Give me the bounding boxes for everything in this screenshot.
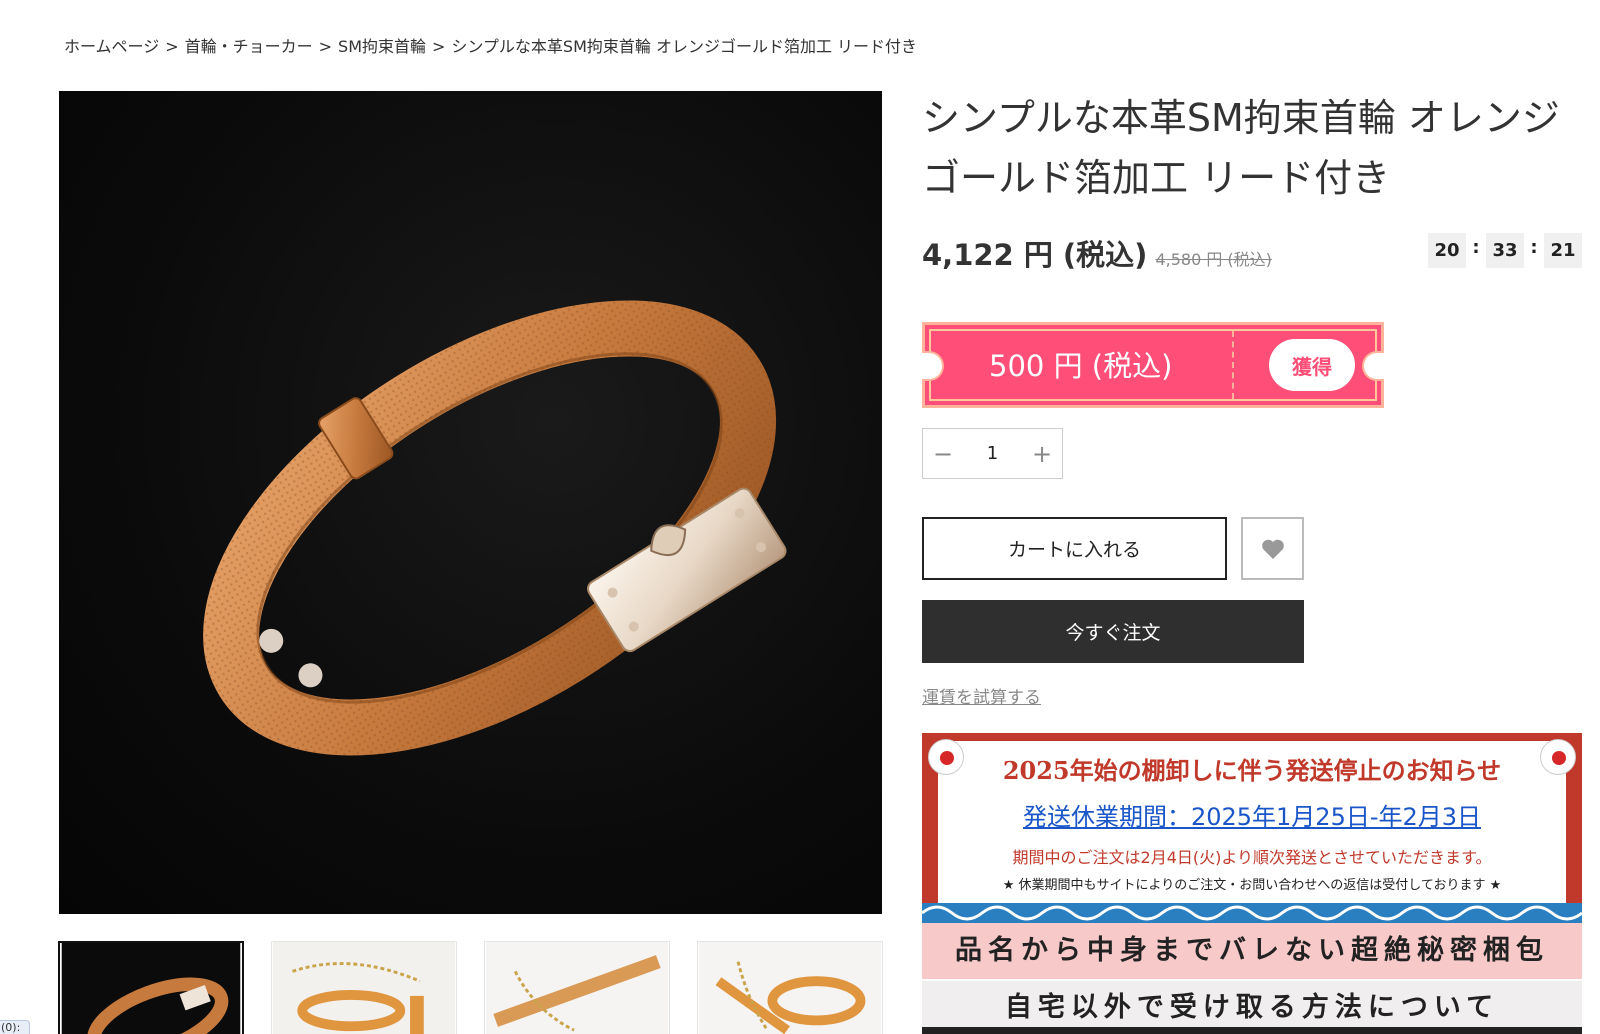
corner-tag[interactable]: (0): <box>0 1020 30 1034</box>
product-title: シンプルな本革SM拘束首輪 オレンジゴールド箔加工 リード付き <box>922 96 1560 200</box>
quantity-input[interactable] <box>963 443 1022 464</box>
collar-photo <box>203 300 787 756</box>
breadcrumb-separator: > <box>318 37 333 56</box>
coupon-ticket: 500 円 (税込) 獲得 <box>922 322 1384 408</box>
coupon-divider <box>1232 331 1234 399</box>
thumbnail-strip <box>58 941 883 1034</box>
sale-price: 4,122 円 (税込) <box>922 238 1148 272</box>
original-price: 4,580 円 (税込) <box>1155 250 1272 269</box>
thumbnail[interactable] <box>484 941 670 1034</box>
countdown-seconds: 21 <box>1544 233 1582 268</box>
countdown-separator: : <box>1530 237 1538 258</box>
thumbnail[interactable] <box>697 941 883 1034</box>
banner-note: 期間中のご注文は2月4日(火)より順次発送とさせていただきます。 <box>1012 848 1492 867</box>
countdown-hours: 20 <box>1428 233 1466 268</box>
secret-packaging-banner[interactable]: 品名から中身までバレない超絶秘密梱包 <box>922 923 1582 979</box>
banner-note-small: ★ 休業期間中もサイトによりのご注文・お問い合わせへの返信は受付しております ★ <box>1002 878 1502 893</box>
countdown-timer: 20 : 33 : 21 <box>1428 233 1582 268</box>
banner-title: 2025年始の棚卸しに伴う発送停止のお知らせ <box>1002 756 1502 785</box>
coupon-notch <box>1362 351 1384 381</box>
banner-bottom-bar <box>922 1027 1582 1034</box>
wave-decoration <box>922 903 1582 923</box>
breadcrumb-collars[interactable]: 首輪・チョーカー <box>185 37 313 56</box>
coupon-notch <box>922 351 944 381</box>
banner-period: 発送休業期間：2025年1月25日-年2月3日 <box>1022 803 1482 831</box>
product-main-image[interactable] <box>59 91 882 914</box>
breadcrumb-separator: > <box>432 37 446 56</box>
plus-icon[interactable]: + <box>1022 429 1062 478</box>
coupon-get-button[interactable]: 獲得 <box>1269 339 1355 391</box>
breadcrumb: ホームページ > 首輪・チョーカー > SM拘束首輪 > シンプルな本革SM拘束首輪 オレン… <box>64 33 917 57</box>
countdown-separator: : <box>1472 237 1480 258</box>
countdown-minutes: 33 <box>1486 233 1524 268</box>
price-row: 4,122 円 (税込) 4,580 円 (税込) <box>922 232 1272 274</box>
thumbnail[interactable] <box>58 941 244 1034</box>
breadcrumb-home[interactable]: ホームページ <box>64 37 159 56</box>
thumbnail[interactable] <box>271 941 457 1034</box>
shipping-notice-banner[interactable]: 2025年始の棚卸しに伴う発送停止のお知らせ 発送休業期間：2025年1月25日… <box>922 733 1582 1034</box>
quantity-stepper: − + <box>922 428 1063 479</box>
breadcrumb-separator: > <box>165 37 179 56</box>
buy-now-button[interactable]: 今すぐ注文 <box>922 600 1304 663</box>
add-to-cart-button[interactable]: カートに入れる <box>922 517 1227 580</box>
minus-icon[interactable]: − <box>923 429 963 478</box>
breadcrumb-sm-collars[interactable]: SM拘束首輪 <box>338 37 426 56</box>
favorite-button[interactable] <box>1241 517 1304 580</box>
coupon-amount: 500 円 (税込) <box>989 349 1173 383</box>
heart-icon <box>1261 539 1284 559</box>
breadcrumb-current: シンプルな本革SM拘束首輪 オレンジゴールド箔加工 リード付き <box>451 37 918 56</box>
shipping-calc-link[interactable]: 運賃を試算する <box>922 683 1041 708</box>
